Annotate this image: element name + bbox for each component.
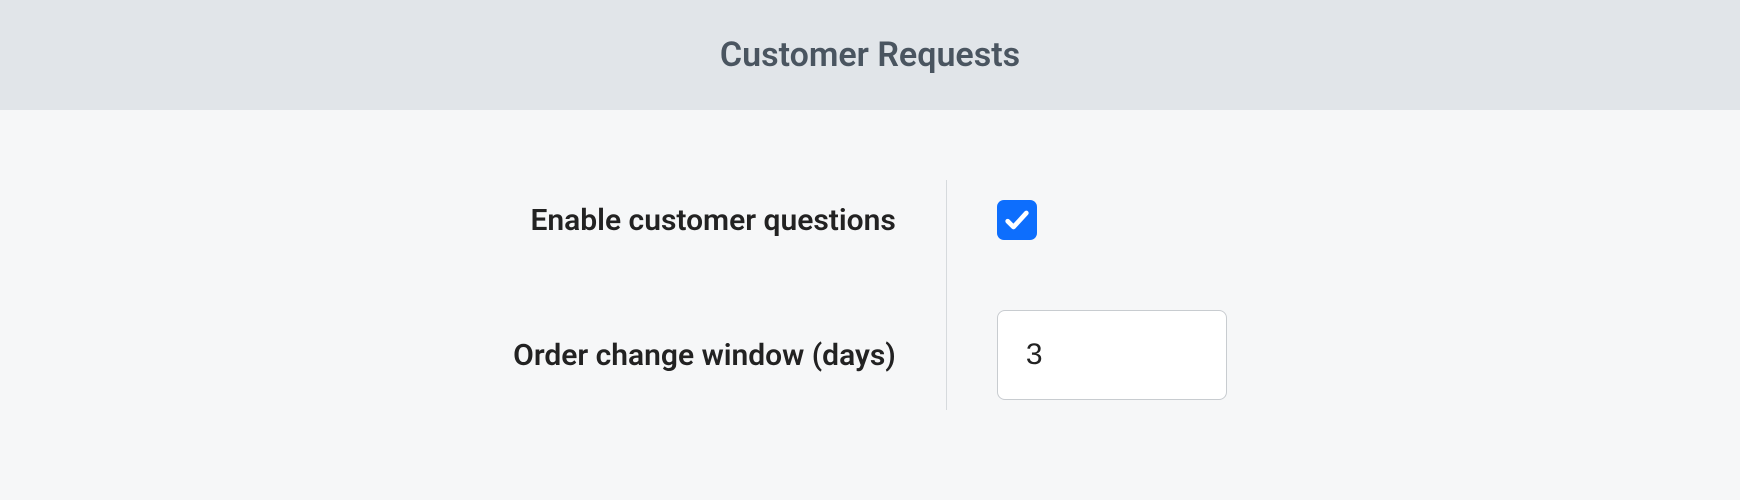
form-content: Enable customer questions Order change w… [0, 110, 1740, 410]
label-column: Enable customer questions Order change w… [513, 180, 947, 410]
section-header: Customer Requests [0, 0, 1740, 110]
form-grid: Enable customer questions Order change w… [513, 180, 1227, 410]
order-change-window-input[interactable] [997, 310, 1227, 400]
enable-customer-questions-label: Enable customer questions [531, 190, 896, 250]
order-change-window-label: Order change window (days) [513, 310, 896, 400]
input-row [997, 310, 1227, 400]
checkbox-row [997, 190, 1037, 250]
enable-customer-questions-checkbox[interactable] [997, 200, 1037, 240]
section-title: Customer Requests [720, 35, 1020, 75]
checkmark-icon [1003, 206, 1031, 234]
input-column [947, 180, 1227, 410]
